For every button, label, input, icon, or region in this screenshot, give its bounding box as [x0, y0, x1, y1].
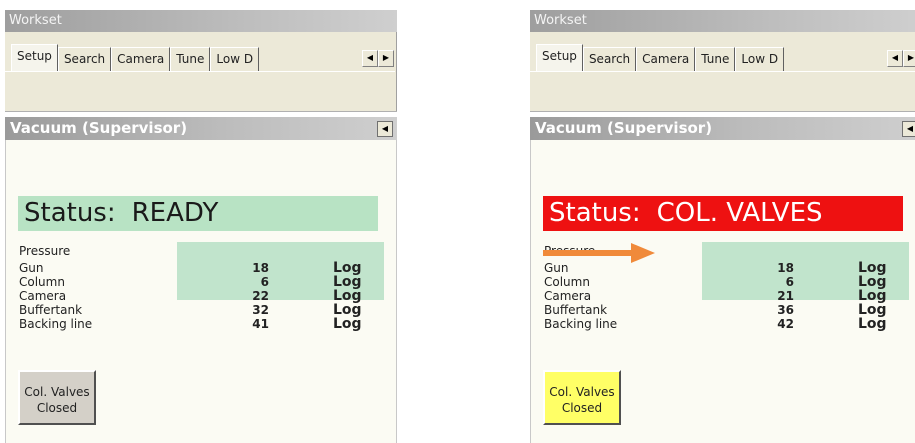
pressure-row-buffertank: Buffertank 36 Log [544, 302, 914, 318]
row-name: Gun [19, 261, 44, 275]
scroll-left-icon[interactable]: ◀ [362, 50, 378, 67]
row-value: 6 [260, 275, 269, 289]
arrow-right-icon [543, 243, 655, 263]
workset-title: Workset [5, 10, 397, 32]
status-bar: Status: READY [18, 196, 378, 231]
row-value: 41 [252, 317, 269, 331]
tab-bar: Setup Search Camera Tune Low D ◀ ▶ [5, 32, 397, 112]
status-value: READY [131, 198, 219, 228]
tab-low-dose[interactable]: Low D [210, 47, 260, 71]
workset-title: Workset [530, 10, 915, 32]
valves-line-1: Col. Valves [24, 385, 90, 399]
tab-divider [530, 71, 915, 72]
tab-setup[interactable]: Setup [536, 44, 583, 71]
tab-bar: Setup Search Camera Tune Low D ◀ ▶ [530, 32, 915, 112]
row-value: 21 [777, 289, 794, 303]
pressure-row-camera: Camera 21 Log [544, 288, 914, 304]
tab-scroll-controls: ◀ ▶ [362, 50, 394, 67]
status-value: COL. VALVES [656, 198, 823, 228]
section-title: Vacuum (Supervisor) [535, 119, 713, 137]
row-value: 6 [785, 275, 794, 289]
valves-line-1: Col. Valves [549, 385, 615, 399]
tabbar-border [530, 111, 915, 112]
pressure-row-backing-line: Backing line 41 Log [19, 316, 389, 332]
tabs: Setup Search Camera Tune Low D [536, 44, 785, 71]
row-name: Buffertank [544, 303, 608, 317]
row-name: Backing line [544, 317, 618, 331]
tab-camera[interactable]: Camera [636, 47, 696, 71]
tabs: Setup Search Camera Tune Low D [11, 44, 260, 71]
col-valves-button[interactable]: Col. Valves Closed [543, 370, 621, 425]
row-value: 18 [252, 261, 269, 275]
row-value: 18 [777, 261, 794, 275]
status-label: Status: [24, 198, 116, 228]
section-header: Vacuum (Supervisor) ◀ [530, 117, 915, 140]
row-name: Column [544, 275, 590, 289]
row-name: Backing line [19, 317, 93, 331]
tab-tune[interactable]: Tune [170, 47, 211, 71]
scroll-right-icon[interactable]: ▶ [903, 50, 915, 67]
row-value: 36 [777, 303, 794, 317]
row-log: Log [858, 316, 887, 332]
collapse-icon[interactable]: ◀ [377, 121, 393, 137]
status-bar: Status: COL. VALVES [543, 196, 903, 231]
tab-setup[interactable]: Setup [11, 44, 58, 71]
pressure-rows: Gun 18 Log Column 6 Log Camera 21 Log Bu… [544, 260, 914, 332]
valves-line-2: Closed [36, 401, 78, 415]
row-value: 42 [777, 317, 794, 331]
tab-tune[interactable]: Tune [695, 47, 736, 71]
row-name: Gun [544, 261, 569, 275]
pressure-row-gun: Gun 18 Log [544, 260, 914, 276]
scroll-right-icon[interactable]: ▶ [378, 50, 394, 67]
tab-low-dose[interactable]: Low D [735, 47, 785, 71]
tabbar-border [5, 111, 397, 112]
tab-search[interactable]: Search [582, 47, 637, 71]
section-header: Vacuum (Supervisor) ◀ [5, 117, 397, 140]
scroll-left-icon[interactable]: ◀ [887, 50, 903, 67]
pressure-row-gun: Gun 18 Log [19, 260, 389, 276]
row-value: 22 [252, 289, 269, 303]
row-name: Column [19, 275, 65, 289]
pressure-row-column: Column 6 Log [19, 274, 389, 290]
tab-search[interactable]: Search [57, 47, 112, 71]
tab-camera[interactable]: Camera [111, 47, 171, 71]
pressure-title: Pressure [19, 244, 71, 258]
tab-scroll-controls: ◀ ▶ [887, 50, 915, 67]
row-name: Camera [19, 289, 67, 303]
row-name: Camera [544, 289, 592, 303]
vacuum-panel-left: Workset Setup Search Camera Tune Low D ◀… [5, 0, 397, 443]
status-label: Status: [549, 198, 641, 228]
pressure-row-buffertank: Buffertank 32 Log [19, 302, 389, 318]
row-value: 32 [252, 303, 269, 317]
collapse-icon[interactable]: ◀ [902, 121, 915, 137]
vacuum-panel-right: Workset Setup Search Camera Tune Low D ◀… [530, 0, 915, 443]
col-valves-button[interactable]: Col. Valves Closed [18, 370, 96, 425]
tab-divider [5, 71, 395, 72]
vacuum-content: Status:COL. VALVES Pressure Gun 18 Log C… [530, 140, 915, 443]
row-log: Log [333, 316, 362, 332]
valves-line-2: Closed [561, 401, 603, 415]
pressure-row-backing-line: Backing line 42 Log [544, 316, 914, 332]
pressure-rows: Gun 18 Log Column 6 Log Camera 22 Log Bu… [19, 260, 389, 332]
row-name: Buffertank [19, 303, 83, 317]
vacuum-content: Status: READY Pressure Gun 18 Log Column … [5, 140, 397, 443]
pressure-row-camera: Camera 22 Log [19, 288, 389, 304]
section-title: Vacuum (Supervisor) [10, 119, 188, 137]
pressure-row-column: Column 6 Log [544, 274, 914, 290]
